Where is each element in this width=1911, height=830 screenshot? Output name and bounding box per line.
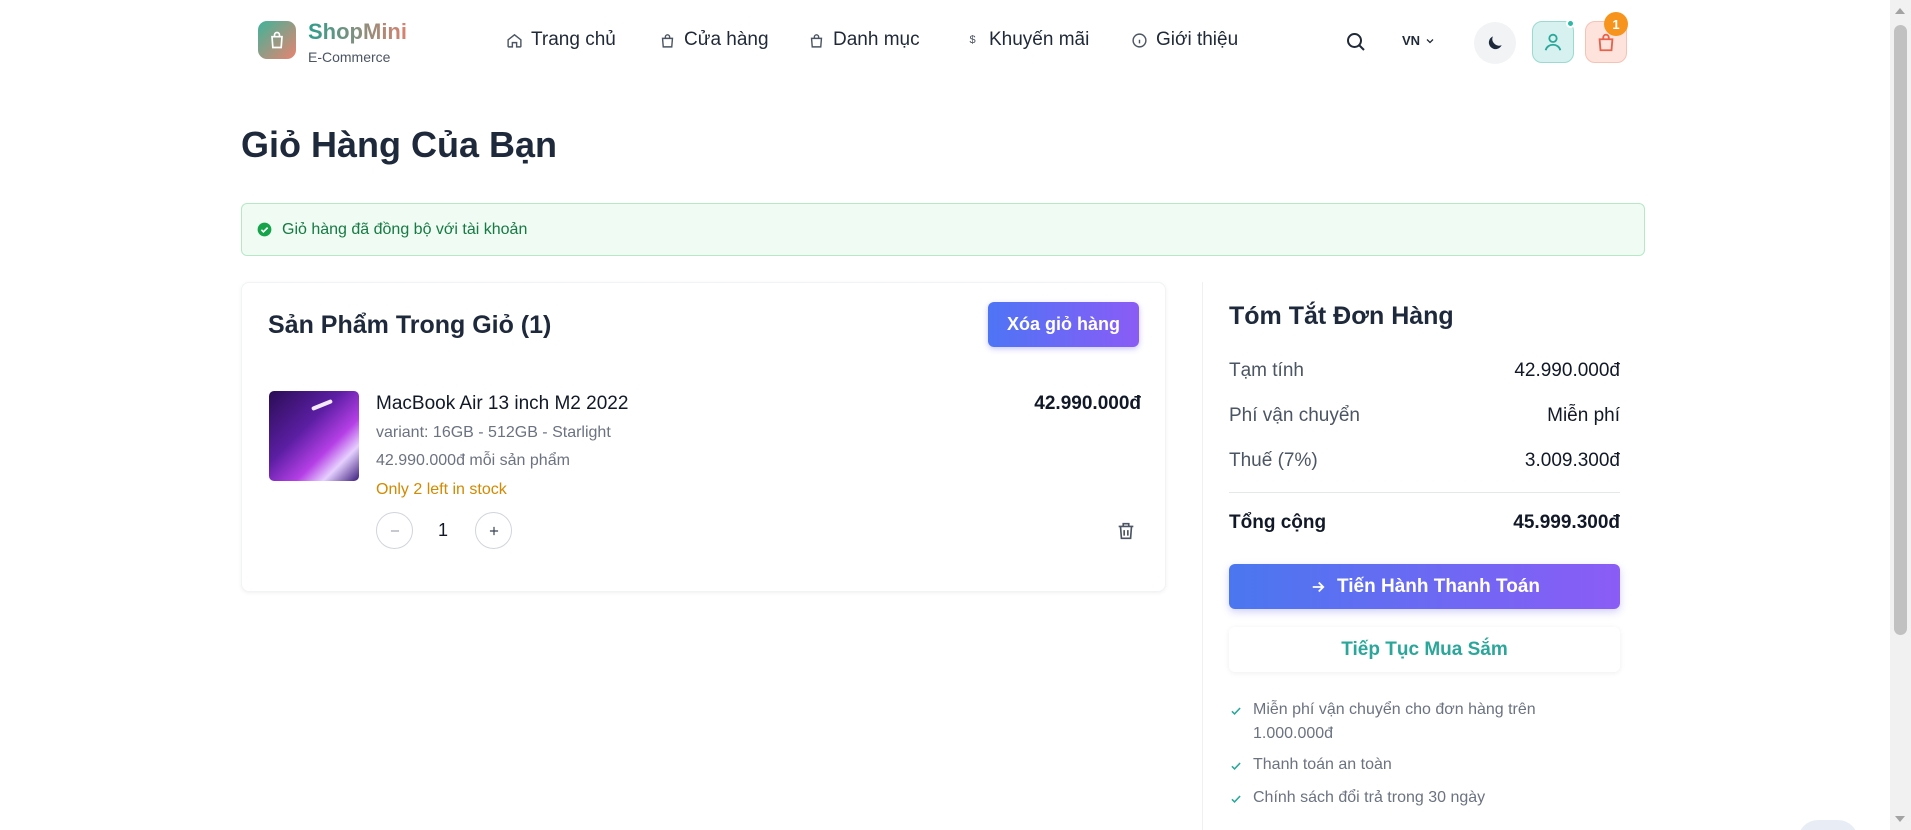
feature-text: Thanh toán an toàn — [1253, 756, 1392, 773]
nav-item-categories[interactable]: Danh mục — [808, 29, 920, 51]
nav-label: Cửa hàng — [684, 29, 769, 50]
nav-item-promotions[interactable]: $ Khuyến mãi — [964, 29, 1089, 51]
search-button[interactable] — [1344, 30, 1368, 54]
clear-cart-button[interactable]: Xóa giỏ hàng — [988, 302, 1139, 347]
summary-divider — [1229, 492, 1620, 493]
tax-value: 3.009.300đ — [1524, 450, 1620, 471]
tax-row: Thuế (7%) 3.009.300đ — [1229, 450, 1620, 472]
shipping-value: Miễn phí — [1547, 405, 1620, 426]
check-icon — [1231, 762, 1241, 771]
scroll-up-arrow[interactable] — [1895, 8, 1905, 14]
chat-widget[interactable] — [1798, 820, 1858, 830]
logo-icon[interactable] — [258, 21, 296, 59]
continue-shopping-button[interactable]: Tiếp Tục Mua Sắm — [1229, 627, 1620, 672]
feature-text: Chính sách đổi trả trong 30 ngày — [1253, 789, 1486, 806]
cart-count-badge: 1 — [1604, 12, 1628, 36]
remove-item-button[interactable] — [1115, 520, 1137, 542]
total-label: Tổng cộng — [1229, 512, 1327, 533]
quantity-increase-button[interactable] — [475, 512, 512, 549]
cart-heading: Sản Phẩm Trong Giỏ (1) — [268, 311, 552, 339]
check-icon — [1231, 795, 1241, 804]
category-bag-icon — [810, 33, 823, 48]
nav-item-home[interactable]: Trang chủ — [506, 29, 616, 51]
cart-items-card: Sản Phẩm Trong Giỏ (1) Xóa giỏ hàng MacB… — [241, 282, 1166, 592]
checkout-button[interactable]: Tiến Hành Thanh Toán — [1229, 564, 1620, 609]
product-image[interactable] — [269, 391, 359, 481]
order-summary-panel: Tóm Tắt Đơn Hàng Tạm tính 42.990.000đ Ph… — [1202, 282, 1646, 830]
moon-icon — [1488, 36, 1502, 50]
language-select[interactable]: VN — [1402, 33, 1436, 48]
check-icon — [1231, 707, 1241, 716]
subtotal-label: Tạm tính — [1229, 360, 1304, 381]
scrollbar-thumb[interactable] — [1894, 25, 1907, 635]
nav-label: Khuyến mãi — [989, 29, 1090, 50]
minus-icon — [390, 529, 399, 532]
nav-item-store[interactable]: Cửa hàng — [659, 29, 769, 51]
online-status-dot — [1566, 19, 1575, 28]
product-total-price: 42.990.000đ — [1034, 393, 1141, 414]
trash-icon — [1118, 522, 1134, 540]
theme-toggle-button[interactable] — [1474, 22, 1516, 64]
subtotal-row: Tạm tính 42.990.000đ — [1229, 360, 1620, 382]
nav-label: Danh mục — [833, 29, 920, 50]
subtotal-value: 42.990.000đ — [1514, 360, 1620, 381]
top-header: ShopMini E-Commerce Trang chủ Cửa hàng D… — [0, 0, 1890, 84]
plus-icon — [489, 526, 498, 535]
shipping-row: Phí vận chuyển Miễn phí — [1229, 405, 1620, 427]
nav-label: Trang chủ — [531, 29, 616, 50]
feature-text: Miễn phí vận chuyển cho đơn hàng trên 1.… — [1253, 701, 1536, 742]
alert-text: Giỏ hàng đã đồng bộ với tài khoản — [282, 220, 528, 238]
arrow-right-icon — [1312, 581, 1325, 592]
checkout-label: Tiến Hành Thanh Toán — [1336, 575, 1541, 597]
shipping-label: Phí vận chuyển — [1229, 405, 1360, 426]
feature-secure-payment: Thanh toán an toàn — [1229, 753, 1589, 777]
product-unit-price: 42.990.000đ mỗi sản phẩm — [376, 452, 570, 469]
dollar-icon: $ — [969, 34, 976, 46]
quantity-decrease-button[interactable] — [376, 512, 413, 549]
shopping-bag-icon — [661, 33, 674, 48]
stock-warning: Only 2 left in stock — [376, 481, 507, 498]
summary-title: Tóm Tắt Đơn Hàng — [1229, 302, 1454, 330]
feature-return-policy: Chính sách đổi trả trong 30 ngày — [1229, 786, 1589, 810]
tax-label: Thuế (7%) — [1229, 450, 1318, 471]
user-icon — [1544, 33, 1562, 51]
nav-item-about[interactable]: Giới thiệu — [1131, 29, 1238, 51]
page-title: Giỏ Hàng Của Bạn — [241, 124, 558, 165]
brand-subtitle: E-Commerce — [308, 49, 391, 65]
brand-name[interactable]: ShopMini — [308, 19, 407, 45]
quantity-value: 1 — [437, 520, 448, 540]
scroll-down-arrow[interactable] — [1895, 816, 1905, 822]
sync-alert: Giỏ hàng đã đồng bộ với tài khoản — [241, 203, 1645, 256]
language-value: VN — [1402, 33, 1421, 48]
feature-free-shipping: Miễn phí vận chuyển cho đơn hàng trên 1.… — [1229, 698, 1589, 746]
total-value: 45.999.300đ — [1513, 512, 1620, 533]
search-icon — [1347, 33, 1365, 51]
info-icon — [1132, 32, 1147, 48]
home-icon — [507, 33, 522, 48]
total-row: Tổng cộng 45.999.300đ — [1229, 512, 1620, 534]
product-name[interactable]: MacBook Air 13 inch M2 2022 — [376, 393, 628, 415]
check-circle-icon — [257, 222, 272, 237]
chevron-down-icon — [1426, 38, 1434, 43]
product-variant: variant: 16GB - 512GB - Starlight — [376, 424, 611, 441]
nav-label: Giới thiệu — [1156, 29, 1239, 50]
